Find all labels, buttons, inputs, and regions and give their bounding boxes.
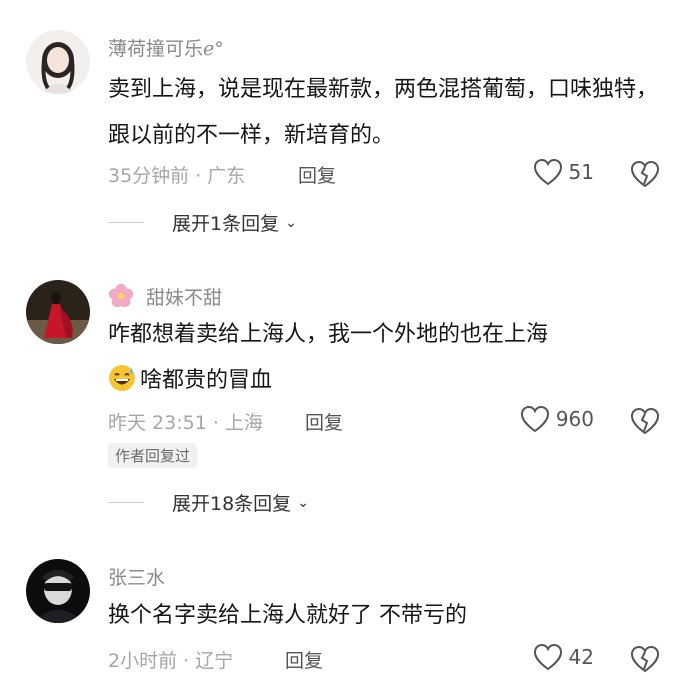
- like-count: 42: [568, 645, 594, 669]
- comment-text: 卖到上海，说是现在最新款，两色混搭葡萄，口味独特，跟以前的不一样，新培育的。: [108, 77, 659, 148]
- like-button[interactable]: 42: [533, 643, 594, 671]
- username[interactable]: 甜妹不甜: [146, 287, 222, 309]
- expand-replies-button[interactable]: 展开1条回复 ⌄: [108, 209, 297, 236]
- like-count: 960: [555, 407, 594, 431]
- heart-icon: [520, 405, 549, 433]
- avatar[interactable]: [26, 559, 90, 623]
- author-replied-badge: 作者回复过: [108, 443, 198, 468]
- reply-button[interactable]: 回复: [298, 161, 336, 188]
- heart-icon: [533, 158, 562, 186]
- divider: [108, 222, 144, 223]
- like-button[interactable]: 960: [520, 405, 594, 433]
- like-button[interactable]: 51: [533, 158, 594, 186]
- broken-heart-icon[interactable]: [630, 645, 660, 673]
- username[interactable]: 张三水: [108, 563, 165, 590]
- expand-replies-label: 展开18条回复: [172, 493, 292, 515]
- broken-heart-icon[interactable]: [630, 407, 660, 435]
- flower-icon: [108, 283, 136, 311]
- chevron-down-icon: ⌄: [297, 494, 309, 511]
- divider: [108, 502, 144, 503]
- comment-meta: 35分钟前 · 广东: [108, 165, 246, 187]
- comment-text: 换个名字卖给上海人就好了 不带亏的: [108, 603, 467, 628]
- comment-text-line-2: 啥都贵的冒血: [108, 358, 668, 404]
- avatar[interactable]: [26, 30, 90, 94]
- expand-replies-button[interactable]: 展开18条回复 ⌄: [108, 489, 309, 516]
- broken-heart-icon[interactable]: [630, 160, 660, 188]
- comment-text-line: 啥都贵的冒血: [140, 368, 273, 393]
- laughing-sweat-emoji-icon: [108, 363, 136, 391]
- comment-text-line: 咋都想着卖给上海人，我一个外地的也在上海: [108, 322, 549, 347]
- like-count: 51: [568, 160, 594, 184]
- expand-replies-label: 展开1条回复: [172, 213, 280, 235]
- comment-meta: 2小时前 · 辽宁: [108, 650, 234, 672]
- reply-button[interactable]: 回复: [305, 408, 343, 435]
- comment-text: 咋都想着卖给上海人，我一个外地的也在上海 啥都贵的冒血: [108, 312, 668, 404]
- comment-meta: 昨天 23:51 · 上海: [108, 412, 263, 434]
- username[interactable]: 薄荷撞可乐ℯ°: [108, 34, 224, 61]
- chevron-down-icon: ⌄: [285, 214, 297, 231]
- reply-button[interactable]: 回复: [285, 646, 323, 673]
- avatar[interactable]: [26, 280, 90, 344]
- heart-icon: [533, 643, 562, 671]
- username-row: 甜妹不甜: [108, 283, 222, 311]
